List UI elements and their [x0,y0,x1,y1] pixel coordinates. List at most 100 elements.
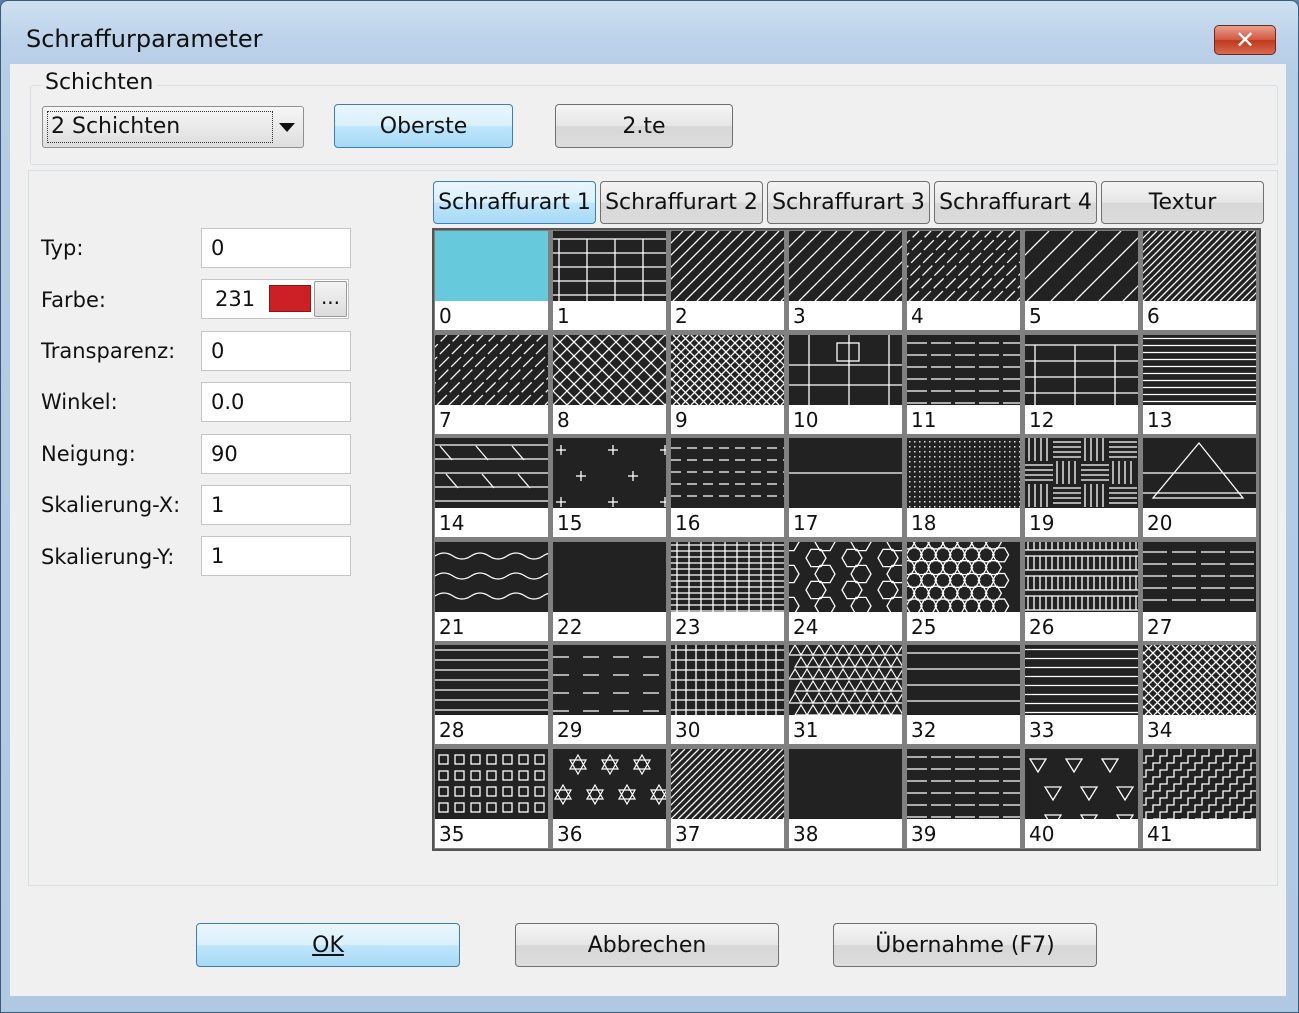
hatch-pattern-cell[interactable]: 29 [553,645,666,744]
hatch-pattern-cell[interactable]: 0 [435,231,548,330]
hatch-pattern-cell[interactable]: 23 [671,541,784,641]
top-layer-button[interactable]: Oberste [334,104,513,148]
hatch-pattern-number: 14 [439,511,465,535]
hatch-pattern-number: 21 [439,614,465,639]
layers-combobox[interactable]: 2 Schichten [42,106,304,148]
transparenz-label: Transparenz: [41,339,176,363]
hatch-pattern-cell[interactable]: 38 [789,748,902,848]
ok-button[interactable]: OK [196,923,460,967]
hatch-pattern-number: 28 [439,718,465,742]
hatch-pattern-cell[interactable]: 24 [789,541,902,641]
hatch-pattern-cell[interactable]: 14 [435,438,548,537]
hatch-pattern-preview [907,541,1020,612]
hatch-pattern-cell[interactable]: 33 [1025,645,1138,744]
tab-schraffurart-3[interactable]: Schraffurart 3 [767,181,930,224]
hatch-pattern-preview [553,334,666,405]
typ-field[interactable]: 0 [201,228,351,268]
hatch-pattern-number: 1 [557,304,570,328]
hatch-pattern-cell[interactable]: 21 [435,541,548,641]
hatch-pattern-preview [789,334,902,405]
hatch-pattern-cell[interactable]: 31 [789,645,902,744]
hatch-pattern-number: 39 [911,821,937,846]
tab-schraffurart-1[interactable]: Schraffurart 1 [433,181,596,224]
hatch-pattern-number: 32 [911,718,937,742]
hatch-pattern-preview [1143,231,1256,301]
color-swatch[interactable] [269,285,311,312]
skalierung-y-field[interactable]: 1 [201,536,351,576]
hatch-pattern-number: 41 [1147,821,1173,846]
hatch-pattern-cell[interactable]: 19 [1025,438,1138,537]
skalierung-x-label: Skalierung-X: [41,493,181,517]
color-picker-button[interactable]: ... [314,281,347,317]
close-icon: ✕ [1234,26,1256,54]
color-field[interactable]: 231 ... [201,279,349,319]
hatch-pattern-cell[interactable]: 10 [789,334,902,434]
hatch-pattern-number: 5 [1029,304,1042,328]
hatch-pattern-preview [907,645,1020,715]
apply-button-label: Übernahme (F7) [875,932,1055,958]
hatch-pattern-cell[interactable]: 16 [671,438,784,537]
hatch-pattern-number: 4 [911,304,924,328]
hatch-pattern-cell[interactable]: 37 [671,748,784,848]
hatch-pattern-cell[interactable]: 18 [907,438,1020,537]
skalierung-x-field[interactable]: 1 [201,485,351,525]
hatch-pattern-preview [671,541,784,612]
hatch-pattern-cell[interactable]: 3 [789,231,902,330]
hatch-pattern-cell[interactable]: 25 [907,541,1020,641]
hatch-pattern-number: 8 [557,407,570,432]
winkel-field[interactable]: 0.0 [201,382,351,422]
hatch-pattern-cell[interactable]: 30 [671,645,784,744]
hatch-pattern-preview [1025,748,1138,819]
hatch-pattern-cell[interactable]: 36 [553,748,666,848]
hatch-pattern-cell[interactable]: 40 [1025,748,1138,848]
hatch-pattern-cell[interactable]: 17 [789,438,902,537]
hatch-pattern-preview [435,438,548,508]
hatch-pattern-cell[interactable]: 20 [1143,438,1256,537]
hatch-pattern-number: 6 [1147,304,1160,328]
hatch-pattern-cell[interactable]: 8 [553,334,666,434]
hatch-pattern-cell[interactable]: 28 [435,645,548,744]
hatch-pattern-cell[interactable]: 12 [1025,334,1138,434]
hatch-pattern-preview [789,645,902,715]
skalierung-y-label: Skalierung-Y: [41,545,175,569]
hatch-pattern-cell[interactable]: 35 [435,748,548,848]
hatch-pattern-grid: 0 1 2 3 4 5 6 7 8 9 10 11 12 13 14 15 16 17 18 19 20 21 22 23 24… [432,228,1261,851]
hatch-pattern-cell[interactable]: 32 [907,645,1020,744]
neigung-label: Neigung: [41,442,136,466]
hatch-pattern-number: 2 [675,304,688,328]
hatch-pattern-cell[interactable]: 6 [1143,231,1256,330]
hatch-pattern-cell[interactable]: 7 [435,334,548,434]
hatch-pattern-cell[interactable]: 34 [1143,645,1256,744]
hatch-pattern-cell[interactable]: 5 [1025,231,1138,330]
hatch-pattern-cell[interactable]: 27 [1143,541,1256,641]
hatch-pattern-cell[interactable]: 2 [671,231,784,330]
tab-schraffurart-4[interactable]: Schraffurart 4 [934,181,1097,224]
title-bar[interactable]: Schraffurparameter ✕ [1,1,1298,73]
hatch-pattern-cell[interactable]: 15 [553,438,666,537]
transparenz-field[interactable]: 0 [201,331,351,371]
hatch-pattern-cell[interactable]: 9 [671,334,784,434]
hatch-pattern-preview [553,748,666,819]
tab-textur[interactable]: Textur [1101,181,1264,224]
hatch-pattern-number: 34 [1147,718,1173,742]
second-layer-button[interactable]: 2.te [555,104,733,148]
apply-button[interactable]: Übernahme (F7) [833,923,1097,967]
hatch-pattern-preview [1143,334,1256,405]
hatch-pattern-preview [907,438,1020,508]
hatch-pattern-cell[interactable]: 26 [1025,541,1138,641]
hatch-pattern-preview [1025,438,1138,508]
hatch-pattern-cell[interactable]: 41 [1143,748,1256,848]
hatch-pattern-cell[interactable]: 11 [907,334,1020,434]
hatch-pattern-number: 40 [1029,821,1055,846]
hatch-pattern-cell[interactable]: 13 [1143,334,1256,434]
hatch-pattern-number: 23 [675,614,701,639]
hatch-pattern-cell[interactable]: 22 [553,541,666,641]
close-button[interactable]: ✕ [1214,25,1276,55]
hatch-pattern-cell[interactable]: 39 [907,748,1020,848]
hatch-pattern-cell[interactable]: 1 [553,231,666,330]
hatch-pattern-number: 25 [911,614,937,639]
tab-schraffurart-2[interactable]: Schraffurart 2 [600,181,763,224]
neigung-field[interactable]: 90 [201,434,351,474]
cancel-button[interactable]: Abbrechen [515,923,779,967]
hatch-pattern-cell[interactable]: 4 [907,231,1020,330]
